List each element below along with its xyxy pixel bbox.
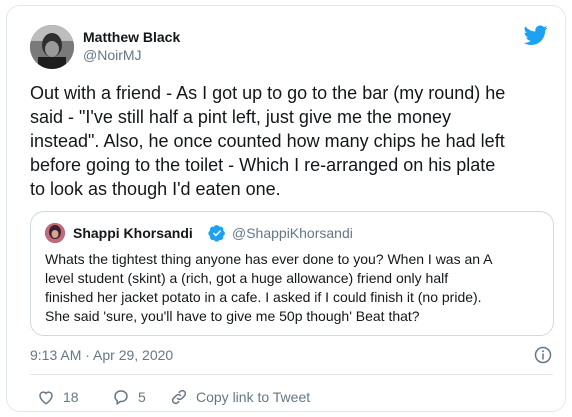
author-handle[interactable]: @NoirMJ (83, 47, 142, 63)
like-count: 18 (63, 389, 79, 405)
tweet-card: Matthew Black @NoirMJ Out with a friend … (6, 5, 566, 412)
quoted-tweet[interactable]: Shappi Khorsandi @ShappiKhorsandi Whats … (30, 211, 554, 336)
twitter-logo-icon[interactable] (524, 23, 548, 47)
like-button[interactable]: 18 (37, 387, 79, 407)
reply-button[interactable]: 5 (112, 387, 146, 407)
quoted-author-avatar (45, 223, 65, 243)
reply-icon (114, 390, 128, 406)
copy-link-button[interactable]: Copy link to Tweet (170, 387, 310, 407)
info-icon[interactable] (534, 346, 552, 364)
quoted-author-handle: @ShappiKhorsandi (232, 225, 353, 241)
tweet-text: Out with a friend - As I got up to go to… (30, 83, 506, 199)
copy-link-label: Copy link to Tweet (196, 389, 311, 405)
quoted-author-name: Shappi Khorsandi (73, 225, 193, 241)
tweet-timestamp[interactable]: 9:13 AM · Apr 29, 2020 (30, 347, 173, 363)
reply-count: 5 (138, 389, 146, 405)
verified-badge-icon (208, 225, 225, 242)
link-icon (171, 389, 187, 405)
author-avatar[interactable] (30, 25, 74, 69)
divider (30, 374, 553, 375)
quoted-tweet-text: Whats the tightest thing anyone has ever… (45, 251, 493, 324)
heart-icon (39, 391, 53, 405)
author-name[interactable]: Matthew Black (83, 29, 180, 45)
